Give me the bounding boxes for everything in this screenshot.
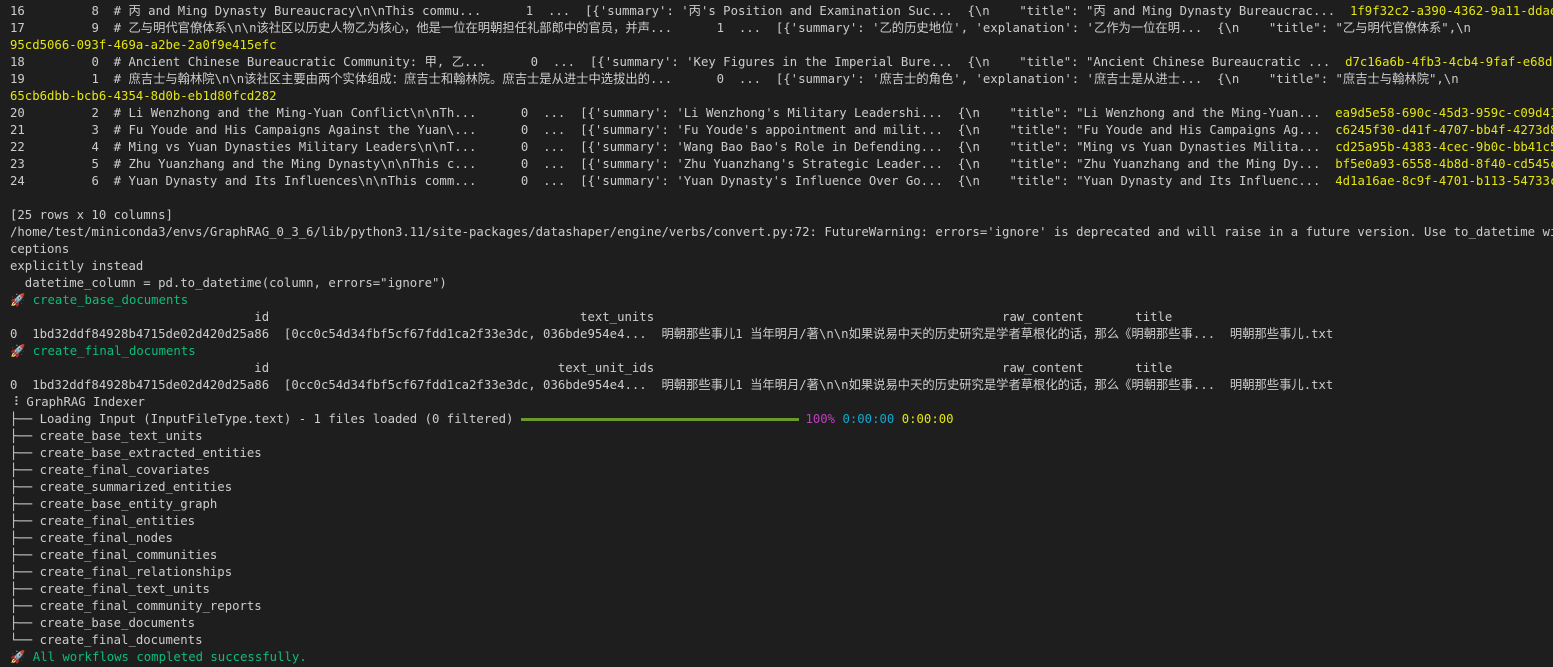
elapsed-time: 0:00:00	[842, 412, 895, 426]
table-summary: [25 rows x 10 columns]	[10, 208, 173, 222]
df-row: 0 1bd32ddf84928b4715de02d420d25a86 [0cc0…	[10, 378, 1334, 392]
row-uuid: 4d1a16ae-8c9f-4701-b113-54733ca441f3	[1335, 174, 1553, 188]
workflow-item: ├── create_final_covariates	[10, 463, 210, 477]
row-uuid: 95cd5066-093f-469a-a2be-2a0f9e415efc	[10, 38, 277, 52]
row-uuid: 65cb6dbb-bcb6-4354-8d0b-eb1d80fcd282	[10, 89, 277, 103]
workflow-item: ├── create_final_entities	[10, 514, 196, 528]
table-row: 23 5 # Zhu Yuanzhang and the Ming Dynast…	[10, 156, 1553, 173]
workflow-item: └── create_final_documents	[10, 633, 203, 647]
workflow-heading: 🚀 create_final_documents	[10, 343, 196, 360]
table-row: 18 0 # Ancient Chinese Bureaucratic Comm…	[10, 54, 1553, 71]
workflow-item: ├── create_final_community_reports	[10, 599, 262, 613]
workflow-item: ├── create_final_text_units	[10, 582, 210, 596]
rocket-icon: 🚀	[10, 650, 26, 664]
workflow-heading: 🚀 create_base_documents	[10, 292, 188, 309]
workflow-item: ├── create_final_nodes	[10, 531, 173, 545]
rocket-icon: 🚀	[10, 293, 26, 307]
table-row: 20 2 # Li Wenzhong and the Ming-Yuan Con…	[10, 105, 1553, 122]
remaining-time: 0:00:00	[901, 412, 954, 426]
warning-line: /home/test/miniconda3/envs/GraphRAG_0_3_…	[10, 225, 1553, 239]
progress-bar	[521, 418, 800, 421]
table-row: 17 9 # 乙与明代官僚体系\n\n该社区以历史人物乙为核心，他是一位在明朝担…	[10, 21, 1471, 35]
row-uuid: cd25a95b-4383-4cec-9b0c-bb41c51f02c1	[1335, 140, 1553, 154]
workflow-item: ├── create_base_documents	[10, 616, 196, 630]
row-uuid: c6245f30-d41f-4707-bb4f-4273d84778d5	[1335, 123, 1553, 137]
df-header: id text_unit_ids raw_content title	[10, 361, 1173, 375]
completion-message: 🚀 All workflows completed successfully.	[10, 650, 307, 664]
row-uuid: d7c16a6b-4fb3-4cb4-9faf-e68d31f3dd48	[1345, 55, 1553, 69]
workflow-name: create_final_documents	[32, 344, 196, 358]
workflow-item: ├── create_base_text_units	[10, 429, 203, 443]
workflow-item: ├── create_base_entity_graph	[10, 497, 218, 511]
warning-line: explicitly instead	[10, 259, 144, 273]
warning-line: datetime_column = pd.to_datetime(column,…	[10, 276, 447, 290]
warning-line: ceptions	[10, 242, 70, 256]
df-row: 0 1bd32ddf84928b4715de02d420d25a86 [0cc0…	[10, 327, 1334, 341]
workflow-item: ├── create_base_extracted_entities	[10, 446, 262, 460]
row-uuid: bf5e0a93-6558-4b8d-8f40-cd545c209402	[1335, 157, 1553, 171]
table-row: 22 4 # Ming vs Yuan Dynasties Military L…	[10, 139, 1553, 156]
row-uuid: ea9d5e58-690c-45d3-959c-c09d41b06e79	[1335, 106, 1553, 120]
spinner-icon: ⠸	[10, 395, 20, 409]
table-row: 24 6 # Yuan Dynasty and Its Influences\n…	[10, 173, 1553, 190]
loading-input-line: ├── Loading Input (InputFileType.text) -…	[10, 412, 954, 426]
row-uuid: 1f9f32c2-a390-4362-9a11-ddaed2a2b454	[1349, 4, 1553, 18]
progress-percent: 100%	[805, 412, 836, 426]
df-header: id text_units raw_content title	[10, 310, 1173, 324]
workflow-item: ├── create_final_relationships	[10, 565, 233, 579]
workflow-item: ├── create_summarized_entities	[10, 480, 233, 494]
workflow-item: ├── create_final_communities	[10, 548, 218, 562]
terminal-output: 16 8 # 丙 and Ming Dynasty Bureaucracy\n\…	[0, 0, 1553, 667]
table-row: 21 3 # Fu Youde and His Campaigns Agains…	[10, 122, 1553, 139]
rocket-icon: 🚀	[10, 344, 26, 358]
table-row: 19 1 # 庶吉士与翰林院\n\n该社区主要由两个实体组成：庶吉士和翰林院。庶…	[10, 72, 1459, 86]
indexer-title: ⠸ GraphRAG Indexer	[10, 395, 145, 409]
workflow-name: create_base_documents	[32, 293, 189, 307]
table-row: 16 8 # 丙 and Ming Dynasty Bureaucracy\n\…	[10, 3, 1553, 20]
